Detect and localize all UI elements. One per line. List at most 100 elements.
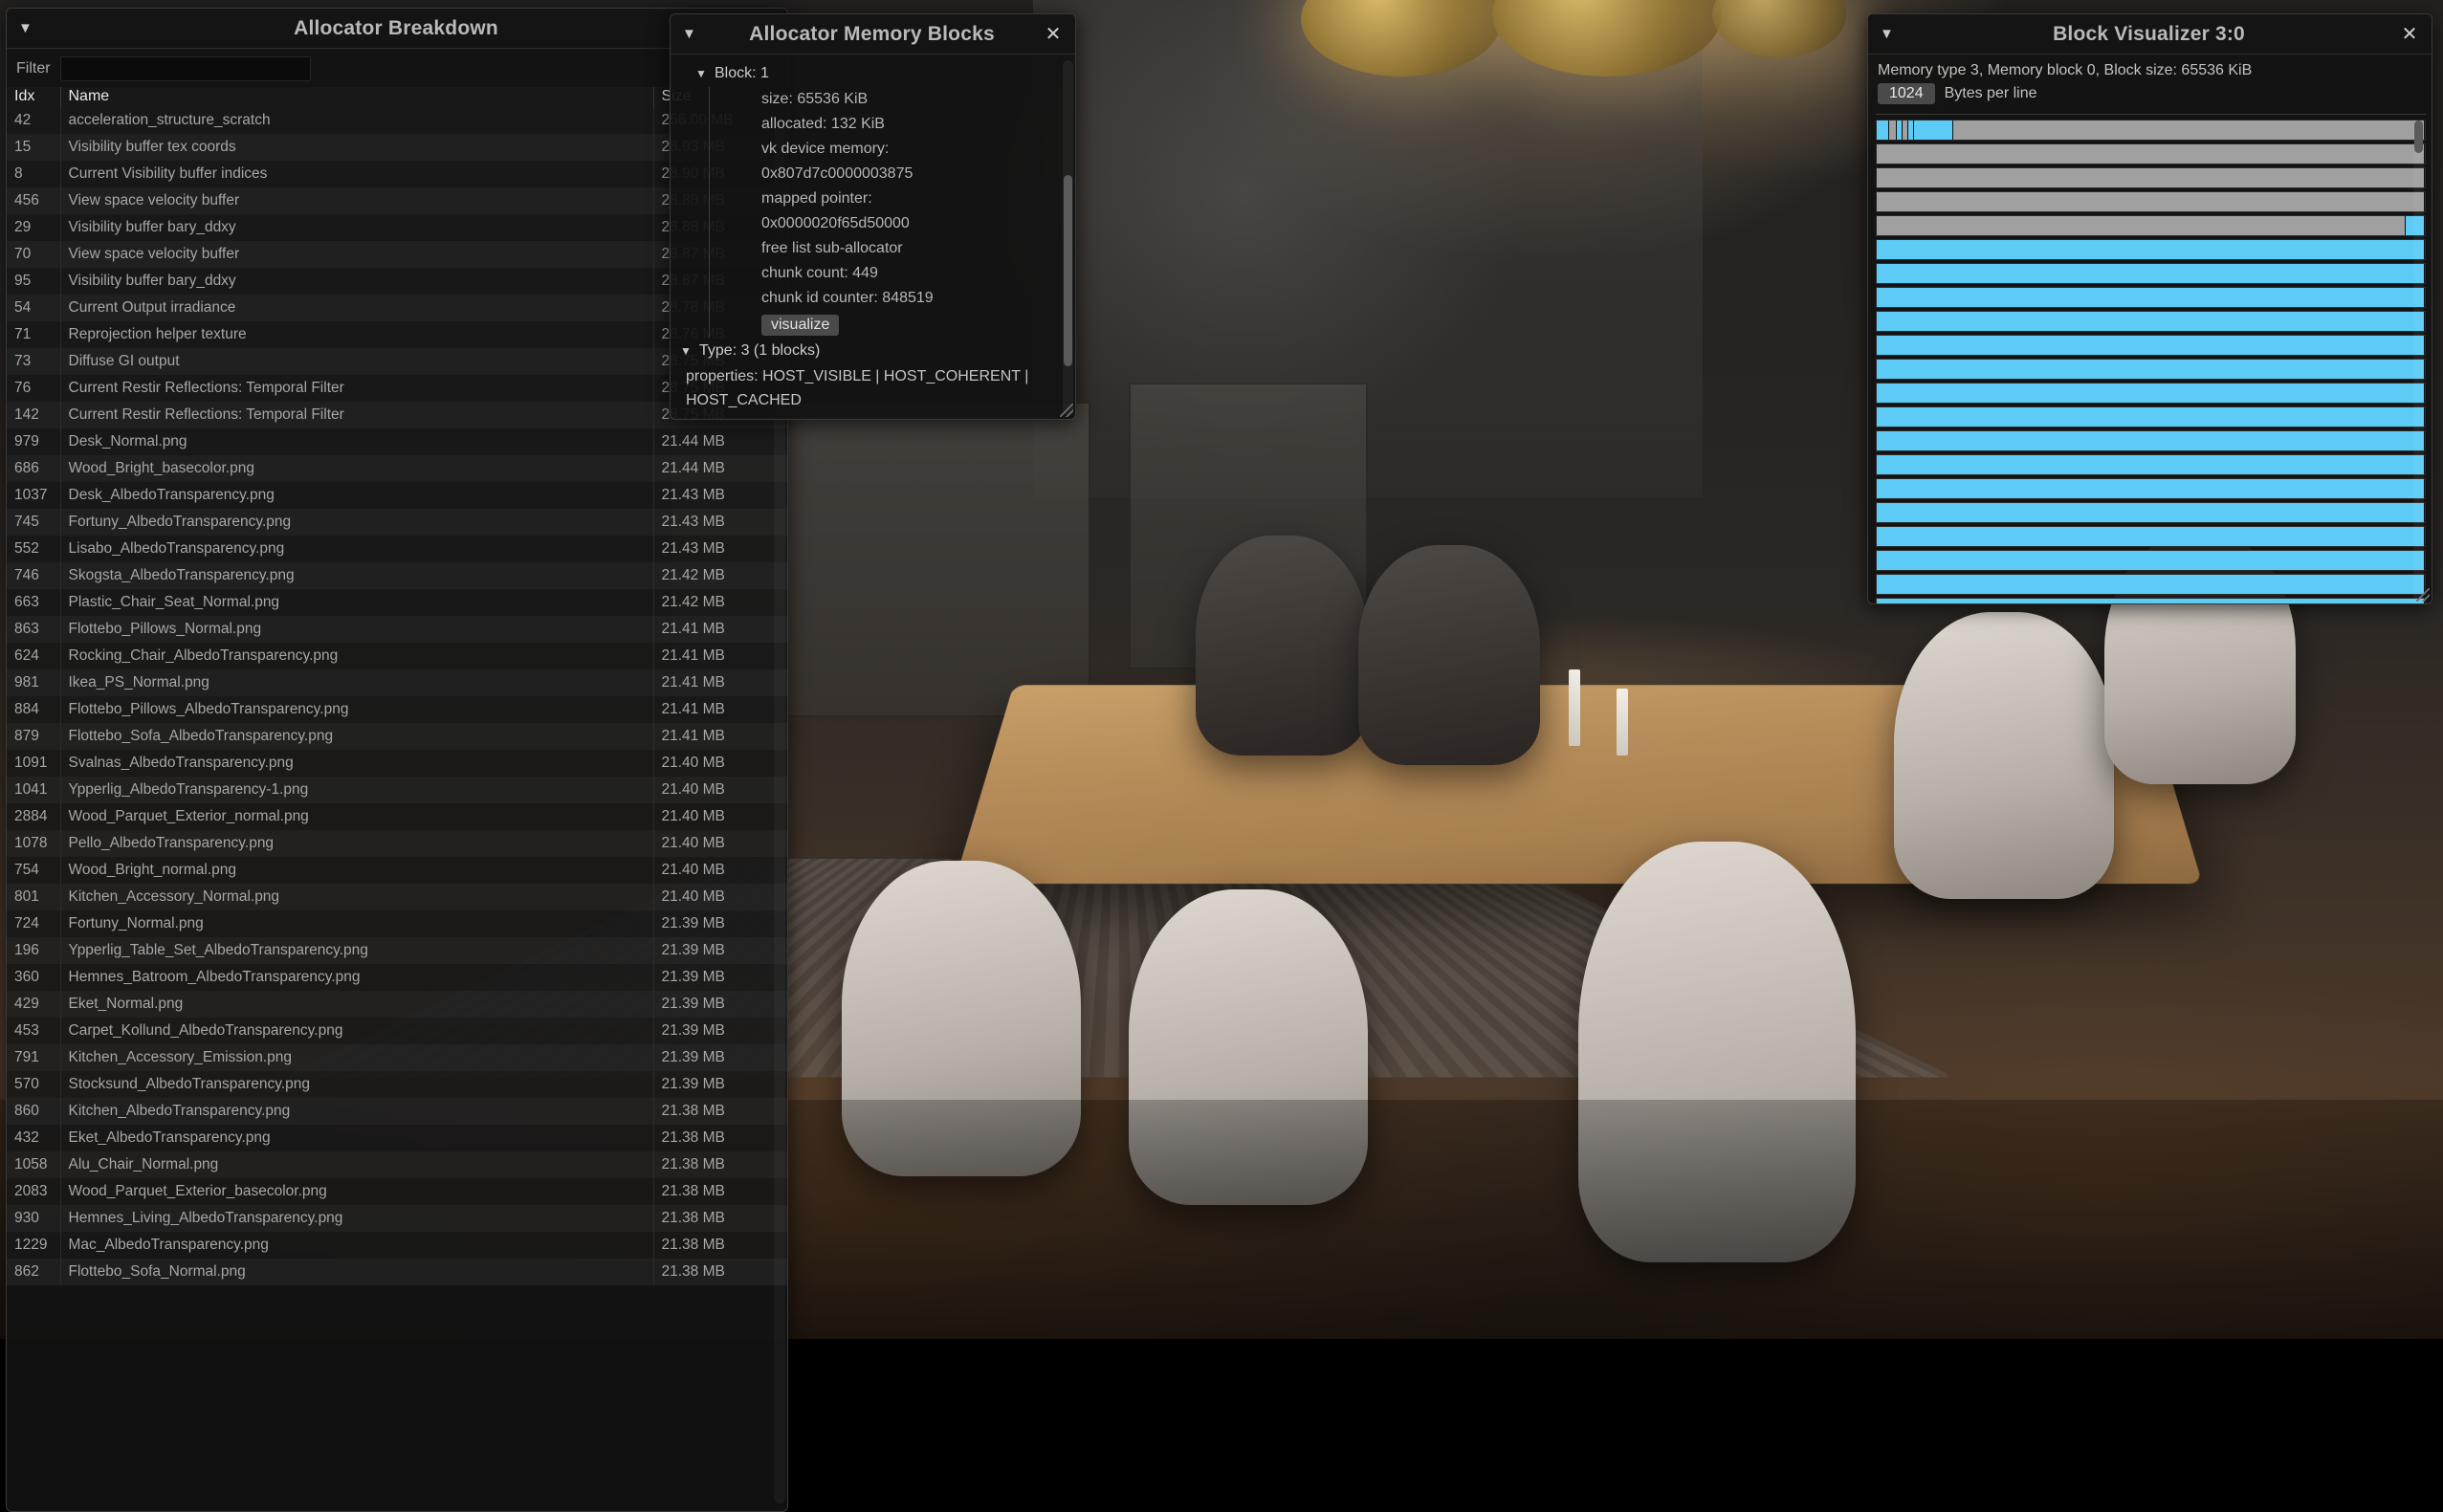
memory-segment-allocated[interactable]: [1877, 551, 2425, 570]
memory-map-row[interactable]: [1876, 335, 2426, 356]
visualizer-scrollbar-thumb[interactable]: [2414, 121, 2423, 153]
table-row[interactable]: 663Plastic_Chair_Seat_Normal.png21.42 MB: [7, 589, 787, 616]
tree-node-block[interactable]: ▼ Block: 1: [674, 60, 1067, 87]
memory-segment-free[interactable]: [1877, 192, 2425, 211]
memory-segment-allocated[interactable]: [1877, 431, 2425, 450]
memory-segment-allocated[interactable]: [1877, 503, 2425, 522]
table-row[interactable]: 453Carpet_Kollund_AlbedoTransparency.png…: [7, 1018, 787, 1044]
memory-segment-allocated[interactable]: [1877, 360, 2425, 379]
memory-segment-free[interactable]: [1953, 121, 2425, 140]
column-header-idx[interactable]: Idx: [7, 87, 60, 107]
visualizer-titlebar[interactable]: ▼ Block Visualizer 3:0 ✕: [1868, 14, 2432, 55]
memory-segment-allocated[interactable]: [1897, 121, 1904, 140]
memory-segment-free[interactable]: [1877, 144, 2425, 164]
column-header-name[interactable]: Name: [60, 87, 653, 107]
table-row[interactable]: 1058Alu_Chair_Normal.png21.38 MB: [7, 1151, 787, 1178]
table-row[interactable]: 432Eket_AlbedoTransparency.png21.38 MB: [7, 1125, 787, 1151]
table-row[interactable]: 624Rocking_Chair_AlbedoTransparency.png2…: [7, 643, 787, 669]
collapse-triangle-icon[interactable]: ▼: [18, 21, 37, 35]
memory-segment-free[interactable]: [1877, 168, 2425, 187]
table-row[interactable]: 429Eket_Normal.png21.39 MB: [7, 991, 787, 1018]
tree-node-type[interactable]: ▼ Type: 3 (1 blocks): [674, 338, 1067, 364]
memory-segment-allocated[interactable]: [1877, 599, 2425, 604]
visualizer-scrollbar[interactable]: [2413, 121, 2424, 604]
table-row[interactable]: 1037Desk_AlbedoTransparency.png21.43 MB: [7, 482, 787, 509]
block-visualizer-window[interactable]: ▼ Block Visualizer 3:0 ✕ Memory type 3, …: [1867, 13, 2432, 604]
table-row[interactable]: 979Desk_Normal.png21.44 MB: [7, 428, 787, 455]
table-row[interactable]: 754Wood_Bright_normal.png21.40 MB: [7, 857, 787, 884]
expand-triangle-icon[interactable]: ▼: [695, 61, 709, 86]
table-row[interactable]: 570Stocksund_AlbedoTransparency.png21.39…: [7, 1071, 787, 1098]
memory-segment-free[interactable]: [1889, 121, 1897, 140]
table-row[interactable]: 801Kitchen_Accessory_Normal.png21.40 MB: [7, 884, 787, 910]
table-row[interactable]: 1041Ypperlig_AlbedoTransparency-1.png21.…: [7, 777, 787, 803]
memory-map-row[interactable]: [1876, 263, 2426, 284]
blocks-scrollbar[interactable]: [1063, 60, 1073, 415]
table-row[interactable]: 860Kitchen_AlbedoTransparency.png21.38 M…: [7, 1098, 787, 1125]
memory-segment-allocated[interactable]: [1877, 336, 2425, 355]
resize-grip[interactable]: [2416, 588, 2430, 602]
memory-map-row[interactable]: [1876, 215, 2426, 236]
table-row[interactable]: 863Flottebo_Pillows_Normal.png21.41 MB: [7, 616, 787, 643]
memory-map-row[interactable]: [1876, 550, 2426, 571]
memory-map-row[interactable]: [1876, 120, 2426, 141]
blocks-scrollbar-thumb[interactable]: [1064, 175, 1072, 366]
memory-map-row[interactable]: [1876, 287, 2426, 308]
allocator-memory-blocks-window[interactable]: ▼ Allocator Memory Blocks ✕ ▼ Block: 1 s…: [670, 13, 1076, 420]
memory-segment-allocated[interactable]: [1877, 527, 2425, 546]
table-row[interactable]: 884Flottebo_Pillows_AlbedoTransparency.p…: [7, 696, 787, 723]
table-row[interactable]: 862Flottebo_Sofa_Normal.png21.38 MB: [7, 1259, 787, 1285]
memory-map-row[interactable]: [1876, 359, 2426, 380]
memory-map-row[interactable]: [1876, 191, 2426, 212]
memory-map-row[interactable]: [1876, 143, 2426, 164]
table-row[interactable]: 724Fortuny_Normal.png21.39 MB: [7, 910, 787, 937]
memory-segment-allocated[interactable]: [1877, 121, 1889, 140]
memory-map-row[interactable]: [1876, 574, 2426, 595]
visualize-button[interactable]: visualize: [761, 315, 839, 336]
memory-map-row[interactable]: [1876, 383, 2426, 404]
blocks-titlebar[interactable]: ▼ Allocator Memory Blocks ✕: [671, 14, 1075, 55]
memory-segment-allocated[interactable]: [1877, 264, 2425, 283]
bytes-per-line-input[interactable]: 1024: [1878, 83, 1935, 104]
blocks-body[interactable]: ▼ Block: 1 size: 65536 KiB allocated: 13…: [671, 55, 1075, 419]
memory-map-row[interactable]: [1876, 311, 2426, 332]
table-row[interactable]: 746Skogsta_AlbedoTransparency.png21.42 M…: [7, 562, 787, 589]
memory-map-row[interactable]: [1876, 454, 2426, 475]
memory-segment-allocated[interactable]: [1877, 407, 2425, 427]
expand-triangle-icon[interactable]: ▼: [680, 339, 693, 363]
memory-segment-allocated[interactable]: [1877, 455, 2425, 474]
table-row[interactable]: 196Ypperlig_Table_Set_AlbedoTransparency…: [7, 937, 787, 964]
table-row[interactable]: 879Flottebo_Sofa_AlbedoTransparency.png2…: [7, 723, 787, 750]
collapse-triangle-icon[interactable]: ▼: [1880, 27, 1899, 41]
table-row[interactable]: 1078Pello_AlbedoTransparency.png21.40 MB: [7, 830, 787, 857]
memory-map-row[interactable]: [1876, 406, 2426, 427]
memory-map-row[interactable]: [1876, 502, 2426, 523]
memory-map-canvas[interactable]: [1876, 114, 2426, 604]
memory-segment-allocated[interactable]: [1877, 575, 2425, 594]
memory-segment-allocated[interactable]: [1877, 312, 2425, 331]
close-icon[interactable]: ✕: [1043, 25, 1064, 44]
table-row[interactable]: 791Kitchen_Accessory_Emission.png21.39 M…: [7, 1044, 787, 1071]
memory-map-row[interactable]: [1876, 526, 2426, 547]
memory-map-row[interactable]: [1876, 598, 2426, 604]
memory-segment-allocated[interactable]: [1877, 383, 2425, 403]
close-icon[interactable]: ✕: [2399, 25, 2420, 44]
collapse-triangle-icon[interactable]: ▼: [682, 27, 701, 41]
memory-map-row[interactable]: [1876, 478, 2426, 499]
memory-segment-allocated[interactable]: [1877, 240, 2425, 259]
table-row[interactable]: 930Hemnes_Living_AlbedoTransparency.png2…: [7, 1205, 787, 1232]
table-row[interactable]: 2884Wood_Parquet_Exterior_normal.png21.4…: [7, 803, 787, 830]
memory-map-row[interactable]: [1876, 167, 2426, 188]
memory-map-row[interactable]: [1876, 430, 2426, 451]
resize-grip[interactable]: [1060, 404, 1073, 417]
table-row[interactable]: 1229Mac_AlbedoTransparency.png21.38 MB: [7, 1232, 787, 1259]
memory-segment-allocated[interactable]: [1914, 121, 1953, 140]
table-row[interactable]: 360Hemnes_Batroom_AlbedoTransparency.png…: [7, 964, 787, 991]
filter-input[interactable]: [60, 56, 311, 81]
table-row[interactable]: 686Wood_Bright_basecolor.png21.44 MB: [7, 455, 787, 482]
table-row[interactable]: 981Ikea_PS_Normal.png21.41 MB: [7, 669, 787, 696]
table-row[interactable]: 745Fortuny_AlbedoTransparency.png21.43 M…: [7, 509, 787, 536]
table-row[interactable]: 1091Svalnas_AlbedoTransparency.png21.40 …: [7, 750, 787, 777]
table-row[interactable]: 2083Wood_Parquet_Exterior_basecolor.png2…: [7, 1178, 787, 1205]
table-row[interactable]: 552Lisabo_AlbedoTransparency.png21.43 MB: [7, 536, 787, 562]
